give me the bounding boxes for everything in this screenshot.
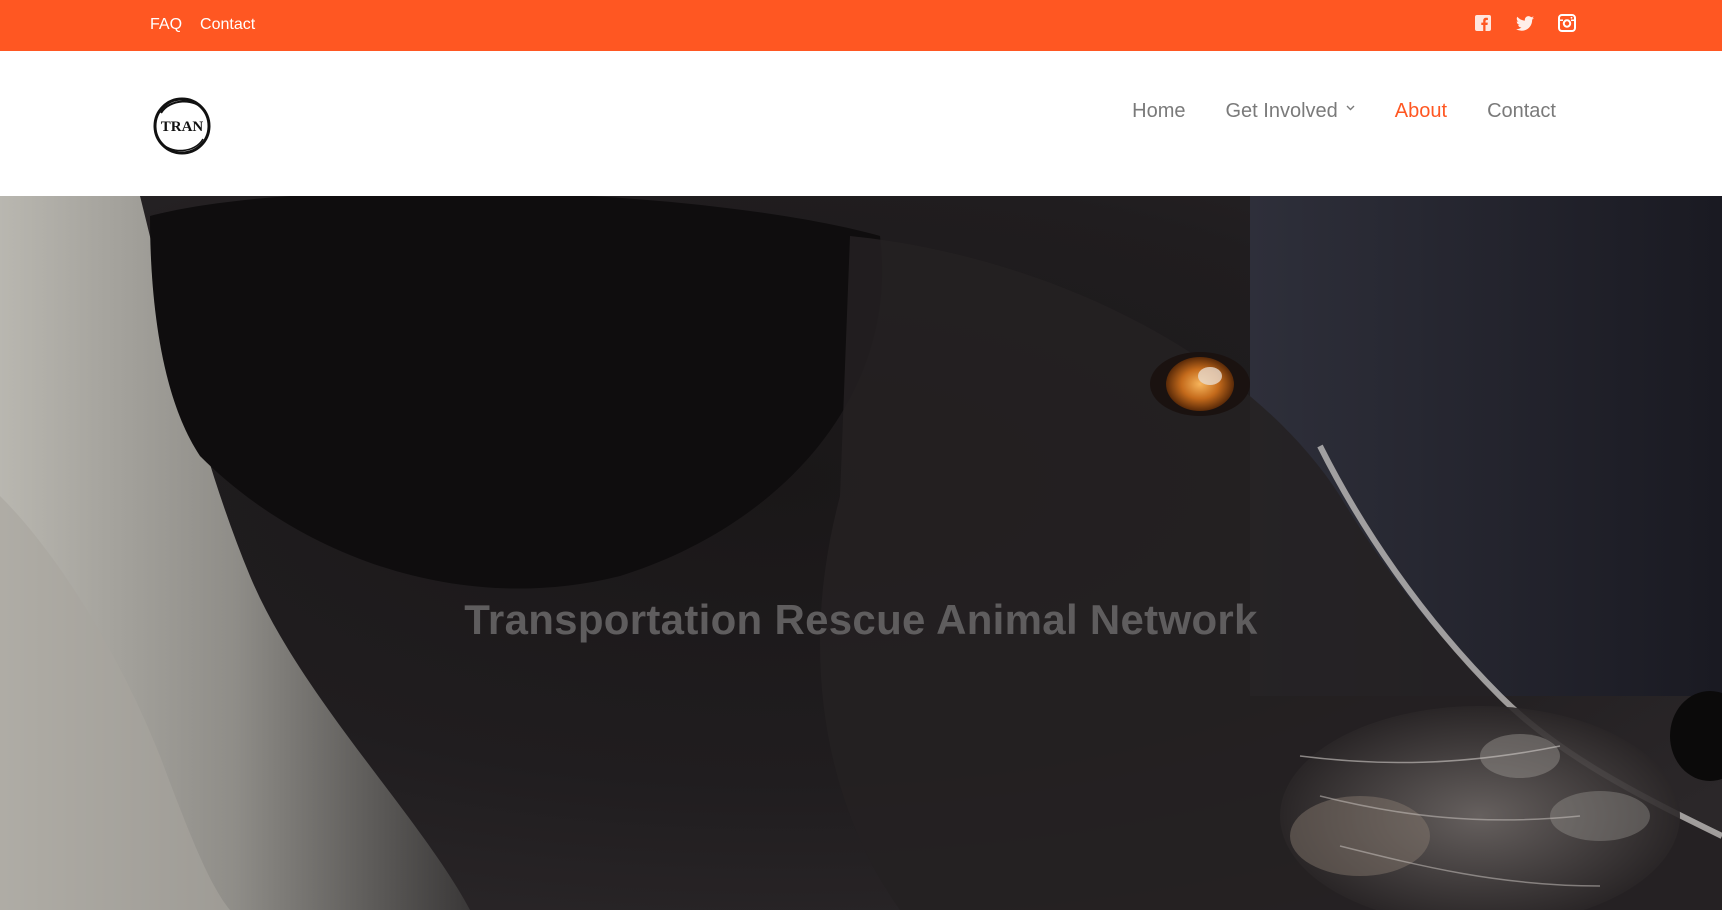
- nav-item-label: Contact: [1487, 100, 1556, 122]
- hero-title: Transportation Rescue Animal Network: [464, 596, 1258, 643]
- instagram-icon[interactable]: [1557, 13, 1577, 33]
- faq-link[interactable]: FAQ: [150, 16, 182, 34]
- site-logo[interactable]: TRAN: [151, 95, 213, 157]
- social-links: [1473, 13, 1577, 33]
- nav-item-contact[interactable]: Contact: [1487, 100, 1556, 123]
- logo-text: TRAN: [161, 119, 204, 135]
- main-nav: Home Get Involved About Contact: [1132, 100, 1556, 123]
- nav-item-get-involved[interactable]: Get Involved: [1226, 100, 1355, 123]
- top-contact-link[interactable]: Contact: [200, 16, 255, 34]
- nav-item-label: Home: [1132, 100, 1186, 122]
- nav-item-label: About: [1394, 100, 1448, 122]
- top-bar: FAQ Contact: [0, 0, 1722, 51]
- top-links: FAQ Contact: [150, 16, 255, 34]
- twitter-icon[interactable]: [1515, 13, 1535, 33]
- nav-item-about[interactable]: About: [1395, 100, 1447, 123]
- site-header: TRAN Home Get Involved About Contact: [0, 51, 1722, 196]
- nav-item-home[interactable]: Home: [1132, 100, 1185, 123]
- nav-item-label: Get Involved: [1225, 100, 1338, 122]
- hero-banner: Transportation Rescue Animal Network: [0, 196, 1722, 910]
- chevron-down-icon: [1346, 100, 1355, 114]
- hero-dog-image: [0, 196, 1722, 910]
- facebook-icon[interactable]: [1473, 13, 1493, 33]
